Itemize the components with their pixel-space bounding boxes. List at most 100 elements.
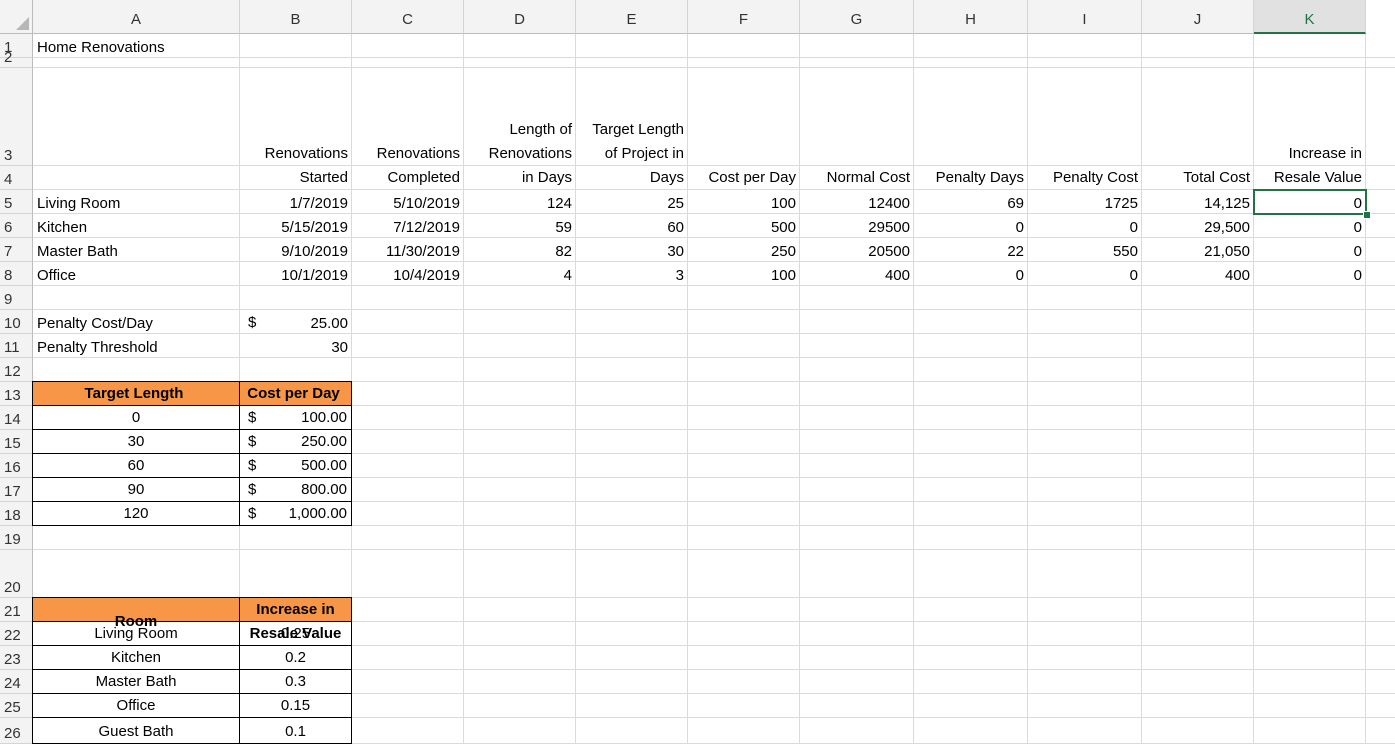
row-header-3[interactable]: 3	[0, 68, 33, 166]
resale-table-header-increase[interactable]: Increase in Resale Value	[239, 597, 352, 642]
cell-resale[interactable]: 0	[1254, 238, 1366, 262]
row-header-9[interactable]: 9	[0, 286, 33, 310]
row-header-13[interactable]: 13	[0, 382, 33, 406]
row-header-11[interactable]: 11	[0, 334, 33, 358]
select-all-corner[interactable]	[0, 0, 33, 34]
column-header-b[interactable]: B	[240, 0, 352, 34]
cell-penalty-cost[interactable]: 0	[1028, 214, 1142, 238]
cell-a1-title[interactable]: Home Renovations	[33, 34, 240, 58]
cell-cost-per-day[interactable]: 500	[688, 214, 800, 238]
header-renovations-started[interactable]: Renovations Started	[240, 145, 352, 190]
cell-started[interactable]: 9/10/2019	[240, 238, 352, 262]
cell-length[interactable]: 124	[464, 190, 576, 214]
row-header-18[interactable]: 18	[0, 502, 33, 526]
cell-penalty-threshold-label[interactable]: Penalty Threshold	[33, 334, 240, 358]
cell-started[interactable]: 5/15/2019	[240, 214, 352, 238]
cell-normal-cost[interactable]: 400	[800, 262, 914, 286]
cost-table-cost-per-day[interactable]: 500.00 $	[239, 453, 352, 478]
resale-table-value[interactable]: 0.3	[239, 669, 352, 694]
column-header-f[interactable]: F	[688, 0, 800, 34]
column-header-e[interactable]: E	[576, 0, 688, 34]
cost-table-cost-per-day[interactable]: 1,000.00 $	[239, 501, 352, 526]
resale-table-room[interactable]: Master Bath	[32, 669, 240, 694]
cell-room-name[interactable]: Kitchen	[33, 214, 240, 238]
cell-length[interactable]: 4	[464, 262, 576, 286]
resale-table-value[interactable]: 0.2	[239, 645, 352, 670]
cell-cost-per-day[interactable]: 100	[688, 262, 800, 286]
resale-table-room[interactable]: Kitchen	[32, 645, 240, 670]
cost-table-target-length[interactable]: 0	[32, 405, 240, 430]
spreadsheet[interactable]: ABCDEFGHIJK 1 2 3 4 5 6 7 8 9 10 11 12 13 14 15 16 17 18 1…	[0, 0, 1395, 744]
cost-table-cost-per-day[interactable]: 250.00 $	[239, 429, 352, 454]
column-header-j[interactable]: J	[1142, 0, 1254, 34]
cell-room-name[interactable]: Living Room	[33, 190, 240, 214]
cell-target[interactable]: 3	[576, 262, 688, 286]
cost-table-cost-per-day[interactable]: 800.00 $	[239, 477, 352, 502]
cell-total-cost[interactable]: 14,125	[1142, 190, 1254, 214]
cell-penalty-days[interactable]: 0	[914, 262, 1028, 286]
row-header-5[interactable]: 5	[0, 190, 33, 214]
column-header-i[interactable]: I	[1028, 0, 1142, 34]
header-renovations-completed[interactable]: Renovations Completed	[352, 145, 464, 190]
cell-penalty-cost[interactable]: 0	[1028, 262, 1142, 286]
column-header-d[interactable]: D	[464, 0, 576, 34]
cell-penalty-cost-value[interactable]: 25.00 $	[240, 310, 352, 334]
cost-table-target-length[interactable]: 120	[32, 501, 240, 526]
cost-table-header-cost-per-day[interactable]: Cost per Day	[239, 381, 352, 406]
resale-table-header-room[interactable]: Room	[32, 597, 240, 630]
cell-total-cost[interactable]: 400	[1142, 262, 1254, 286]
resale-table-room[interactable]: Living Room	[32, 621, 240, 646]
selected-cell-k4[interactable]	[1253, 189, 1367, 215]
row-header-14[interactable]: 14	[0, 406, 33, 430]
cell-penalty-cost-label[interactable]: Penalty Cost/Day	[33, 310, 240, 334]
cell-total-cost[interactable]: 29,500	[1142, 214, 1254, 238]
column-header-a[interactable]: A	[33, 0, 240, 34]
header-penalty-days[interactable]: Penalty Days	[914, 166, 1028, 190]
cell-completed[interactable]: 7/12/2019	[352, 214, 464, 238]
column-header-h[interactable]: H	[914, 0, 1028, 34]
cell-penalty-days[interactable]: 22	[914, 238, 1028, 262]
header-target-length[interactable]: Target Length of Project in Days	[576, 121, 688, 190]
cell-target[interactable]: 25	[576, 190, 688, 214]
header-cost-per-day[interactable]: Cost per Day	[688, 166, 800, 190]
cell-resale[interactable]: 0	[1254, 262, 1366, 286]
resale-table-value[interactable]: 0.1	[239, 717, 352, 744]
cell-target[interactable]: 60	[576, 214, 688, 238]
cell-target[interactable]: 30	[576, 238, 688, 262]
header-normal-cost[interactable]: Normal Cost	[800, 166, 914, 190]
cell-started[interactable]: 1/7/2019	[240, 190, 352, 214]
cell-total-cost[interactable]: 21,050	[1142, 238, 1254, 262]
resale-table-value[interactable]: 0.15	[239, 693, 352, 718]
row-header-16[interactable]: 16	[0, 454, 33, 478]
row-header-8[interactable]: 8	[0, 262, 33, 286]
cost-table-target-length[interactable]: 30	[32, 429, 240, 454]
cell-cost-per-day[interactable]: 100	[688, 190, 800, 214]
row-header-4[interactable]: 4	[0, 166, 33, 190]
cell-normal-cost[interactable]: 12400	[800, 190, 914, 214]
row-header-10[interactable]: 10	[0, 310, 33, 334]
cell-completed[interactable]: 10/4/2019	[352, 262, 464, 286]
cell-completed[interactable]: 11/30/2019	[352, 238, 464, 262]
header-total-cost[interactable]: Total Cost	[1142, 166, 1254, 190]
row-header-19[interactable]: 19	[0, 526, 33, 550]
cost-table-target-length[interactable]: 60	[32, 453, 240, 478]
cell-penalty-threshold-value[interactable]: 30	[240, 334, 352, 358]
resale-table-value[interactable]: 0.25	[239, 621, 352, 646]
cell-cost-per-day[interactable]: 250	[688, 238, 800, 262]
cell-penalty-cost[interactable]: 1725	[1028, 190, 1142, 214]
row-header-24[interactable]: 24	[0, 670, 33, 694]
resale-table-room[interactable]: Guest Bath	[32, 717, 240, 744]
row-header-6[interactable]: 6	[0, 214, 33, 238]
cell-penalty-days[interactable]: 0	[914, 214, 1028, 238]
cell-length[interactable]: 82	[464, 238, 576, 262]
header-penalty-cost[interactable]: Penalty Cost	[1028, 166, 1142, 190]
resale-table-room[interactable]: Office	[32, 693, 240, 718]
row-header-25[interactable]: 25	[0, 694, 33, 718]
row-header-17[interactable]: 17	[0, 478, 33, 502]
row-header-22[interactable]: 22	[0, 622, 33, 646]
column-header-g[interactable]: G	[800, 0, 914, 34]
column-header-c[interactable]: C	[352, 0, 464, 34]
cell-penalty-cost[interactable]: 550	[1028, 238, 1142, 262]
cell-normal-cost[interactable]: 29500	[800, 214, 914, 238]
row-header-21[interactable]: 21	[0, 598, 33, 622]
